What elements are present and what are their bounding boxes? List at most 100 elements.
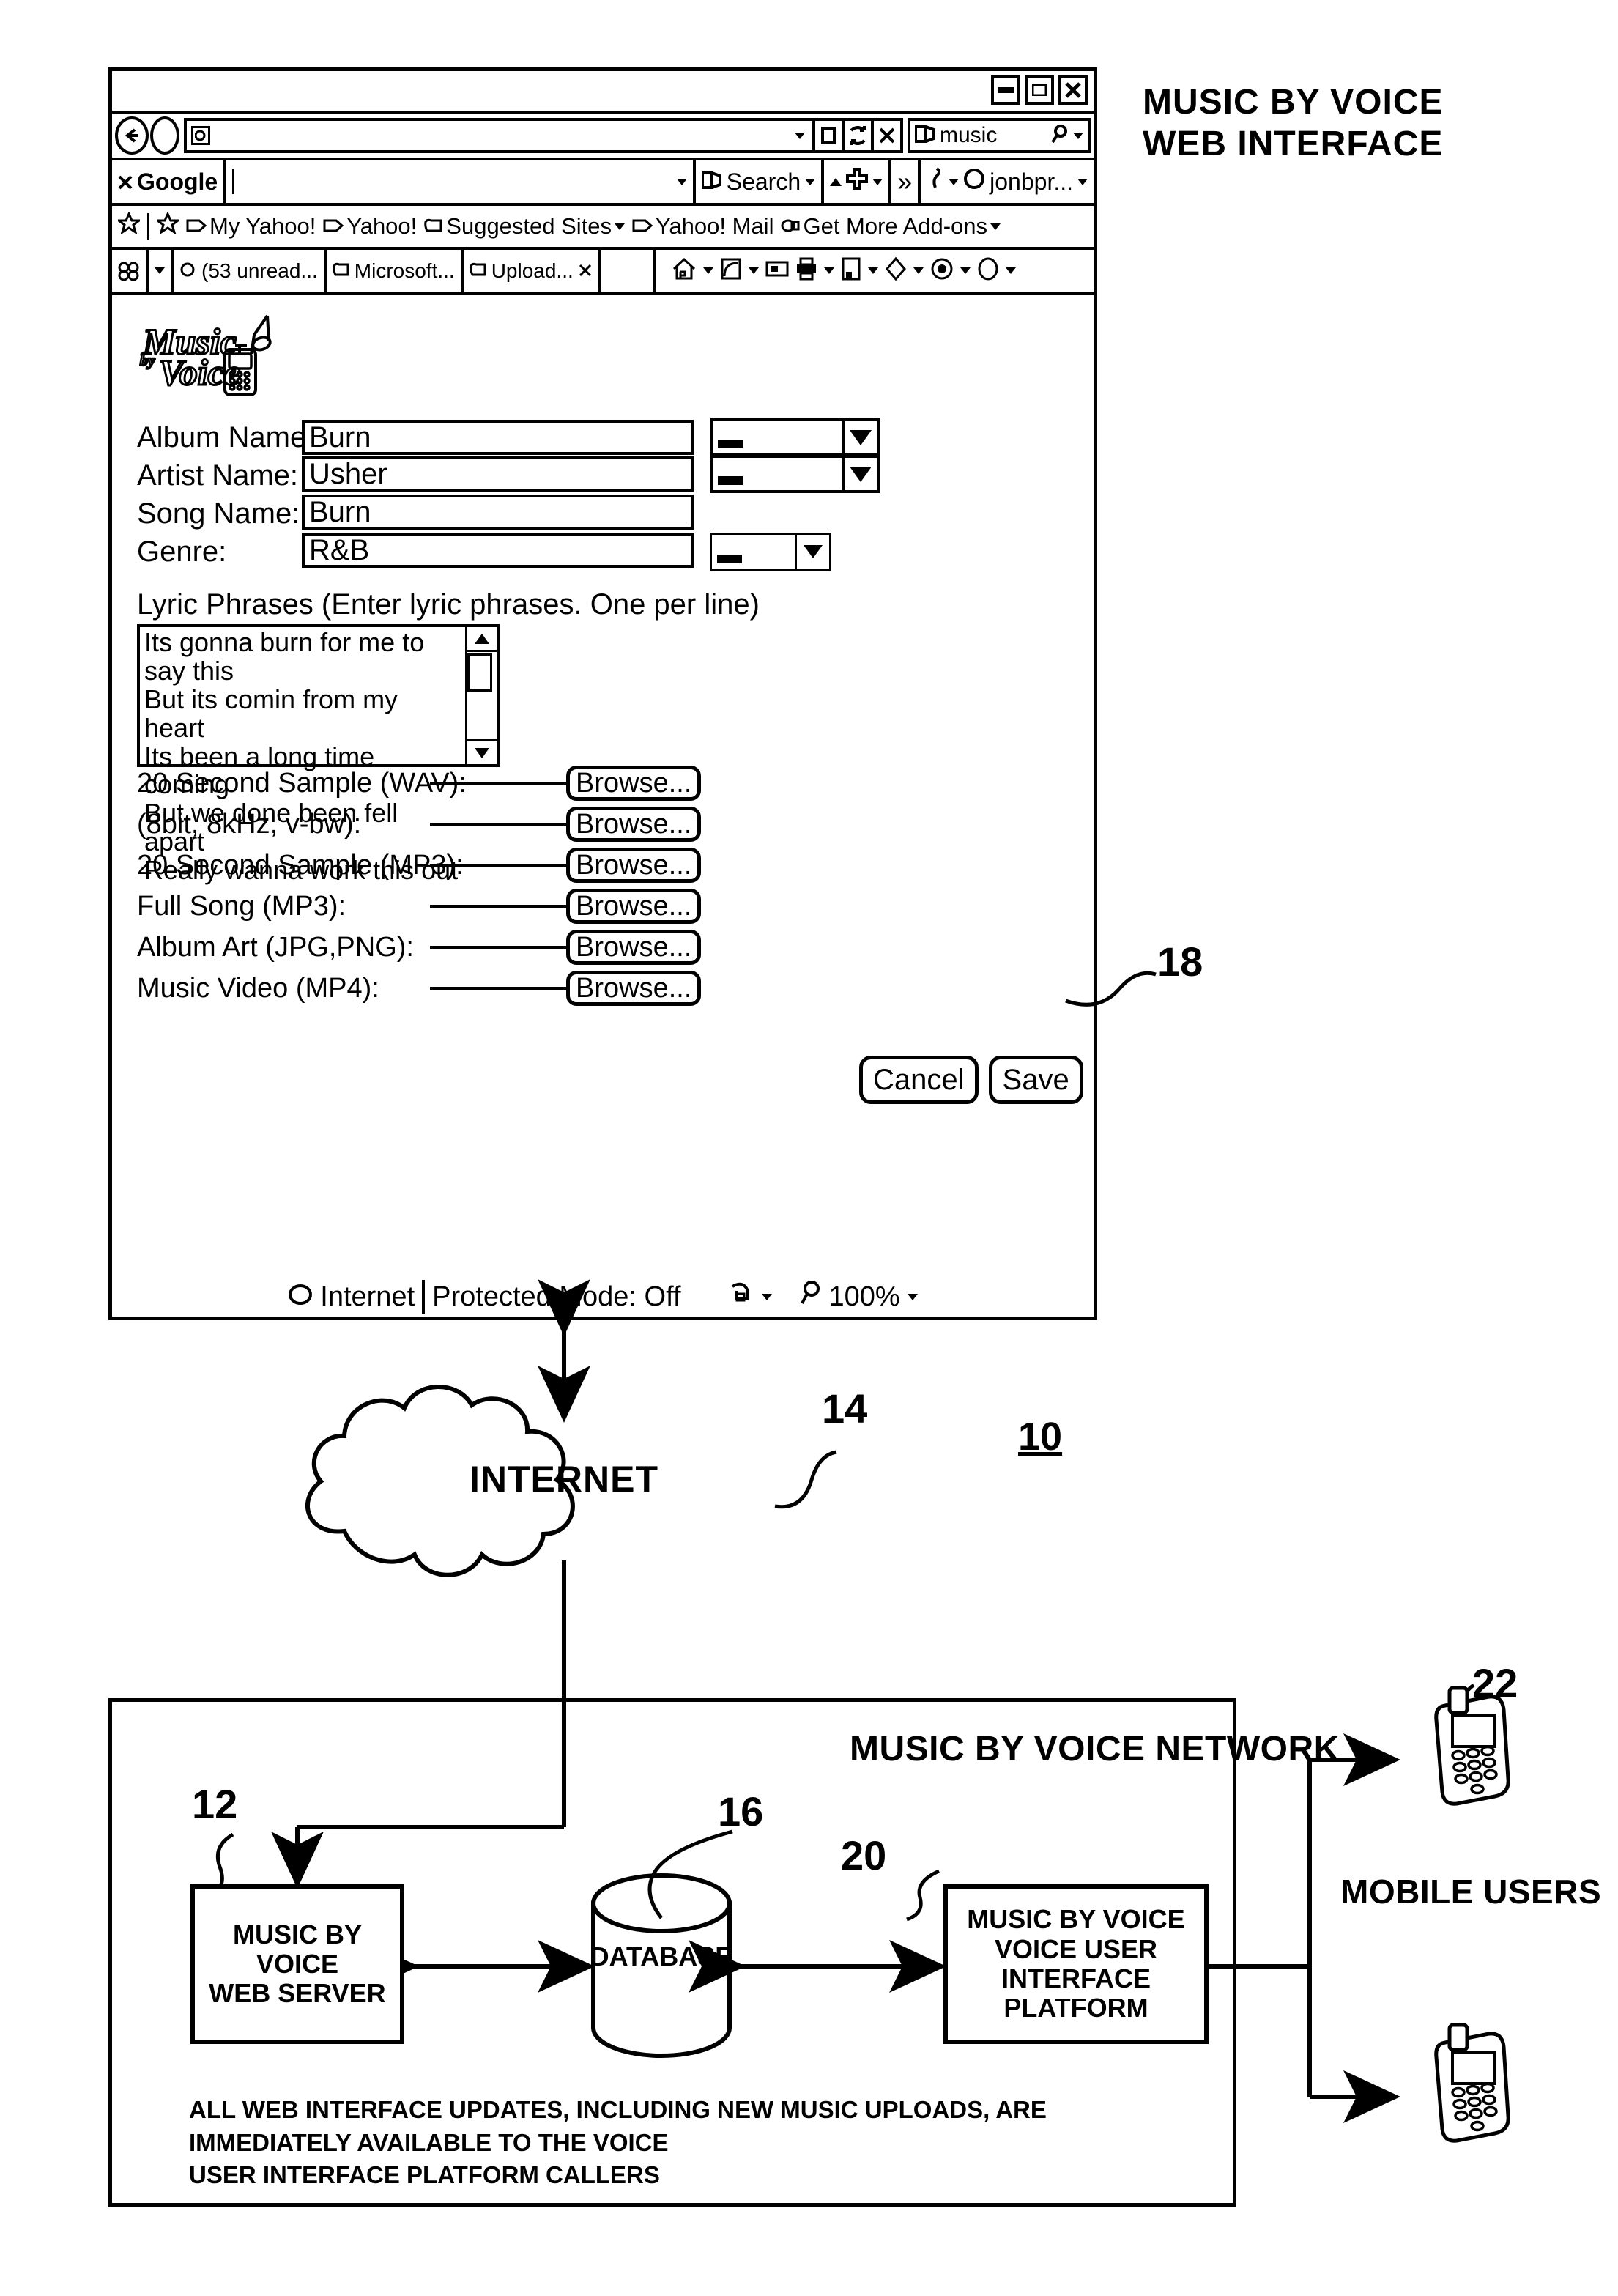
web-server-line2: WEB SERVER xyxy=(209,1978,386,2009)
upload-row: Full Song (MP3): Browse... xyxy=(137,886,1053,927)
help-dropdown-icon[interactable] xyxy=(1005,267,1016,274)
google-search-button[interactable]: Search xyxy=(696,160,825,203)
bookmark-get-more-addons[interactable]: Get More Add-ons xyxy=(781,213,1001,240)
tools-icon[interactable] xyxy=(930,257,954,284)
zone-label: Internet xyxy=(320,1281,415,1312)
artist-name-dropdown[interactable] xyxy=(710,455,880,493)
bookmark-label: Suggested Sites xyxy=(446,213,612,239)
album-name-input[interactable]: Burn xyxy=(302,420,694,455)
add-favorite-star-icon[interactable] xyxy=(154,211,182,240)
tab-list-button[interactable] xyxy=(149,250,174,292)
google-search-field[interactable] xyxy=(226,160,696,203)
search-input[interactable]: music xyxy=(908,118,1091,153)
refresh-button[interactable] xyxy=(842,118,874,153)
browse-button-wav[interactable]: Browse... xyxy=(566,766,702,801)
google-history-icon[interactable] xyxy=(676,178,687,185)
bookmark-yahoo-mail[interactable]: Yahoo! Mail xyxy=(632,213,773,240)
search-options-icon[interactable] xyxy=(1073,132,1083,139)
home-dropdown-icon[interactable] xyxy=(702,267,713,274)
stop-button[interactable] xyxy=(871,118,903,153)
bookmark-yahoo[interactable]: Yahoo! xyxy=(323,213,417,240)
close-toolbar-icon[interactable] xyxy=(118,169,133,196)
lyric-phrases-section: Lyric Phrases (Enter lyric phrases. One … xyxy=(137,588,760,884)
google-label: Google xyxy=(137,168,218,195)
home-icon[interactable] xyxy=(672,257,697,284)
bookmark-label: Yahoo! xyxy=(346,213,418,239)
browse-button-album-art[interactable]: Browse... xyxy=(566,930,702,965)
tab-label: Microsoft... xyxy=(354,259,455,282)
browse-button-mp3-sample[interactable]: Browse... xyxy=(566,848,702,883)
command-bar xyxy=(656,250,1094,292)
feeds-dropdown-icon[interactable] xyxy=(748,267,759,274)
safety-icon[interactable] xyxy=(885,256,907,284)
browse-button-full-song[interactable]: Browse... xyxy=(566,889,702,924)
chevron-down-icon[interactable] xyxy=(795,535,829,569)
favorites-star-icon[interactable] xyxy=(115,211,143,240)
print-icon[interactable] xyxy=(795,257,817,284)
mobile-users-label: MOBILE USERS xyxy=(1340,1873,1602,1911)
back-button[interactable] xyxy=(115,116,149,155)
feeds-icon[interactable] xyxy=(720,257,742,284)
search-icon[interactable] xyxy=(1051,124,1069,147)
maximize-button[interactable] xyxy=(1025,75,1054,105)
key-dropdown-icon[interactable] xyxy=(949,178,960,185)
artist-name-input[interactable]: Usher xyxy=(302,456,694,492)
quick-tabs-button[interactable] xyxy=(112,250,149,292)
browse-button-music-video[interactable]: Browse... xyxy=(566,971,702,1006)
lyric-phrases-textarea[interactable]: Its gonna burn for me to say this But it… xyxy=(137,624,500,884)
scroll-up-button[interactable] xyxy=(467,627,497,652)
window-title-bar xyxy=(112,71,1094,114)
print-dropdown-icon[interactable] xyxy=(823,267,834,274)
network-label: MUSIC BY VOICE NETWORK xyxy=(850,1730,1340,1769)
genre-dropdown[interactable] xyxy=(710,533,831,571)
page-icon[interactable] xyxy=(841,257,861,284)
read-mail-icon[interactable] xyxy=(765,259,789,282)
page-dropdown-icon[interactable] xyxy=(867,267,878,274)
chevron-down-icon[interactable] xyxy=(990,223,1001,230)
new-tab-button[interactable] xyxy=(601,250,656,292)
compatibility-view-button[interactable] xyxy=(812,118,845,153)
browse-button-wav2[interactable]: Browse... xyxy=(566,807,702,842)
tab-mail[interactable]: (53 unread... xyxy=(174,250,327,292)
address-input[interactable] xyxy=(184,118,815,153)
album-name-dropdown[interactable] xyxy=(710,418,880,456)
minimize-button[interactable] xyxy=(991,75,1020,105)
help-icon[interactable] xyxy=(977,257,999,284)
plus-dropdown-icon[interactable] xyxy=(872,178,883,185)
scroll-down-button[interactable] xyxy=(467,739,497,764)
chevron-down-icon[interactable] xyxy=(842,458,877,490)
tab-upload-active[interactable]: Upload... xyxy=(464,250,601,292)
zoom-mode-dropdown-icon[interactable] xyxy=(761,1293,772,1300)
upload-label: 20 Second Sample (MP3): xyxy=(137,849,464,881)
zoom-icon[interactable] xyxy=(800,1281,822,1313)
bookmarks-bar: My Yahoo! Yahoo! Suggested Sites Yahoo! … xyxy=(112,206,1094,250)
google-more-button[interactable]: » xyxy=(891,160,921,203)
forward-button[interactable] xyxy=(150,116,179,155)
change-zoom-icon[interactable] xyxy=(730,1281,754,1313)
address-dropdown-icon[interactable] xyxy=(795,132,805,139)
network-caption-line2: USER INTERFACE PLATFORM CALLERS xyxy=(189,2161,660,2189)
safety-dropdown-icon[interactable] xyxy=(913,267,924,274)
dropdown-selection-mark xyxy=(718,440,743,448)
zoom-dropdown-icon[interactable] xyxy=(907,1293,918,1300)
close-tab-icon[interactable] xyxy=(578,259,593,283)
google-plus-button[interactable] xyxy=(824,160,892,203)
chevron-down-icon[interactable] xyxy=(615,223,626,230)
lyrics-scrollbar[interactable] xyxy=(465,627,497,764)
account-dropdown-icon[interactable] xyxy=(1077,178,1088,185)
google-account-area[interactable]: jonbpr... xyxy=(921,160,1094,203)
bookmark-suggested-sites[interactable]: Suggested Sites xyxy=(424,213,626,240)
bookmark-my-yahoo[interactable]: My Yahoo! xyxy=(186,213,316,240)
close-button[interactable] xyxy=(1058,75,1088,105)
web-server-line1: MUSIC BY VOICE xyxy=(232,1919,362,1979)
chevron-down-icon[interactable] xyxy=(842,421,877,453)
song-name-input[interactable]: Burn xyxy=(302,495,694,530)
google-search-dropdown-icon[interactable] xyxy=(805,178,816,185)
genre-input[interactable]: R&B xyxy=(302,533,694,568)
scrollbar-thumb[interactable] xyxy=(467,653,492,692)
reference-numeral-14: 14 xyxy=(822,1385,868,1432)
tab-microsoft[interactable]: Microsoft... xyxy=(327,250,464,292)
tools-dropdown-icon[interactable] xyxy=(960,267,971,274)
save-button[interactable]: Save xyxy=(988,1056,1083,1104)
cancel-button[interactable]: Cancel xyxy=(859,1056,979,1104)
